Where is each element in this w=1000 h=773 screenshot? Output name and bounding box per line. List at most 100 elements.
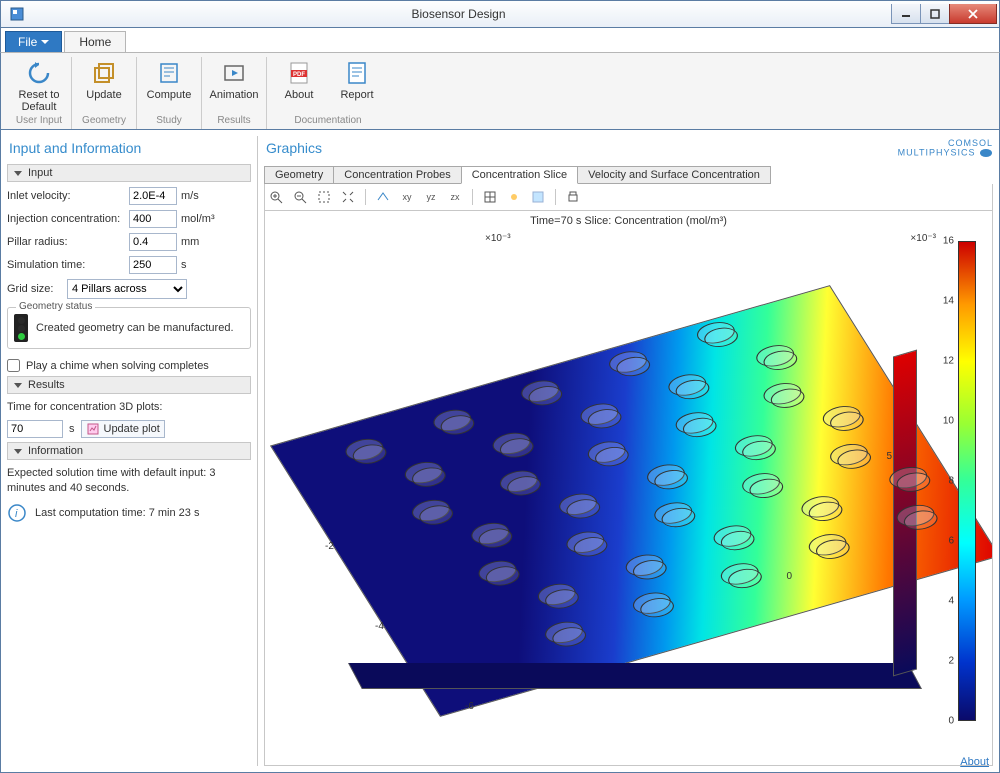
ribbon-group-user-input: Reset toDefault User Input	[7, 57, 72, 129]
pillar	[716, 559, 764, 588]
ribbon-group-label: Geometry	[82, 113, 126, 129]
app-icon	[9, 6, 25, 22]
chime-checkbox-row: Play a chime when solving completes	[7, 359, 251, 372]
axis-tick: -4	[375, 621, 384, 632]
tab-concentration-slice[interactable]: Concentration Slice	[461, 166, 578, 184]
pillar	[583, 438, 631, 467]
pillar	[737, 469, 785, 498]
zoom-in-icon[interactable]	[267, 188, 285, 206]
axis-exponent-right: ×10⁻³	[910, 233, 936, 244]
default-view-icon[interactable]	[374, 188, 392, 206]
pillar	[663, 371, 711, 400]
compute-button[interactable]: Compute	[145, 59, 193, 101]
field-label: Grid size:	[7, 283, 63, 295]
results-row: s Update plot	[7, 420, 251, 438]
pillar	[341, 435, 389, 464]
update-plot-button[interactable]: Update plot	[81, 420, 165, 438]
pillar	[642, 461, 690, 490]
tab-home[interactable]: Home	[64, 31, 126, 52]
ribbon-group-results: Animation Results	[202, 57, 267, 129]
pillar	[428, 406, 476, 435]
field-unit: m/s	[181, 190, 199, 202]
section-input-header[interactable]: Input	[7, 164, 251, 182]
report-label: Report	[340, 89, 373, 101]
main-content: Input and Information Input Inlet veloci…	[0, 130, 1000, 773]
tab-concentration-probes[interactable]: Concentration Probes	[333, 166, 461, 184]
inlet-velocity-input[interactable]	[129, 187, 177, 205]
colorbar-tick: 12	[943, 356, 954, 367]
reset-to-default-button[interactable]: Reset toDefault	[15, 59, 63, 113]
zoom-box-icon[interactable]	[315, 188, 333, 206]
scene-light-icon[interactable]	[505, 188, 523, 206]
close-button[interactable]	[949, 4, 997, 24]
graphics-title: Graphics	[264, 136, 324, 160]
zx-view-icon[interactable]: zx	[446, 188, 464, 206]
plot-time-input[interactable]	[7, 420, 63, 438]
left-panel: Input and Information Input Inlet veloci…	[7, 136, 251, 766]
pillar	[649, 499, 697, 528]
update-label: Update	[86, 89, 121, 101]
pillar	[759, 379, 807, 408]
section-results-header[interactable]: Results	[7, 376, 251, 394]
print-icon[interactable]	[564, 188, 582, 206]
pillar	[466, 519, 514, 548]
pillar	[604, 348, 652, 377]
xy-view-icon[interactable]: xy	[398, 188, 416, 206]
animation-label: Animation	[210, 89, 259, 101]
ribbon-group-study: Compute Study	[137, 57, 202, 129]
window-title: Biosensor Design	[25, 7, 892, 21]
ribbon-group-label: Documentation	[294, 113, 361, 129]
reset-label: Reset toDefault	[19, 89, 60, 113]
grid-size-select[interactable]: 4 Pillars across	[67, 279, 187, 299]
about-button[interactable]: PDF About	[275, 59, 323, 101]
update-geometry-button[interactable]: Update	[80, 59, 128, 101]
plot-area[interactable]: Time=70 s Slice: Concentration (mol/m³) …	[264, 211, 993, 766]
axis-tick: 0	[786, 571, 792, 582]
plot-time-unit: s	[69, 423, 75, 435]
geometry-status-legend: Geometry status	[16, 301, 95, 312]
colorbar-tick: 10	[943, 416, 954, 427]
animation-button[interactable]: Animation	[210, 59, 258, 101]
field-grid-size: Grid size: 4 Pillars across	[7, 279, 251, 299]
graphics-panel: Graphics COMSOLMULTIPHYSICS Geometry Con…	[257, 136, 993, 766]
pillar	[495, 467, 543, 496]
yz-view-icon[interactable]: yz	[422, 188, 440, 206]
colorbar-tick: 8	[948, 476, 954, 487]
field-label: Inlet velocity:	[7, 190, 125, 202]
ribbon: Reset toDefault User Input Update Geomet…	[0, 52, 1000, 130]
reset-icon	[25, 59, 53, 87]
zoom-extents-icon[interactable]	[339, 188, 357, 206]
zoom-out-icon[interactable]	[291, 188, 309, 206]
section-label: Information	[28, 445, 83, 457]
field-label: Pillar radius:	[7, 236, 125, 248]
pillar	[516, 377, 564, 406]
ribbon-group-label: Study	[156, 113, 182, 129]
pillar-radius-input[interactable]	[129, 233, 177, 251]
maximize-button[interactable]	[920, 4, 950, 24]
field-label: Simulation time:	[7, 259, 125, 271]
pillar	[576, 400, 624, 429]
tab-velocity-surface[interactable]: Velocity and Surface Concentration	[577, 166, 771, 184]
chime-checkbox[interactable]	[7, 359, 20, 372]
transparency-icon[interactable]	[529, 188, 547, 206]
update-icon	[90, 59, 118, 87]
sim-time-input[interactable]	[129, 256, 177, 274]
animation-icon	[220, 59, 248, 87]
file-menu[interactable]: File	[5, 31, 62, 52]
section-info-header[interactable]: Information	[7, 442, 251, 460]
injection-conc-input[interactable]	[129, 210, 177, 228]
svg-text:i: i	[15, 508, 18, 520]
about-link[interactable]: About	[960, 756, 989, 768]
pillar	[554, 490, 602, 519]
pillar	[488, 429, 536, 458]
report-button[interactable]: Report	[333, 59, 381, 101]
pillar	[709, 522, 757, 551]
panel-title: Input and Information	[7, 136, 251, 160]
minimize-button[interactable]	[891, 4, 921, 24]
field-unit: mm	[181, 236, 199, 248]
pillar	[884, 463, 932, 492]
colorbar-tick: 4	[948, 596, 954, 607]
grid-icon[interactable]	[481, 188, 499, 206]
tab-geometry[interactable]: Geometry	[264, 166, 334, 184]
slab-3d	[305, 261, 945, 741]
